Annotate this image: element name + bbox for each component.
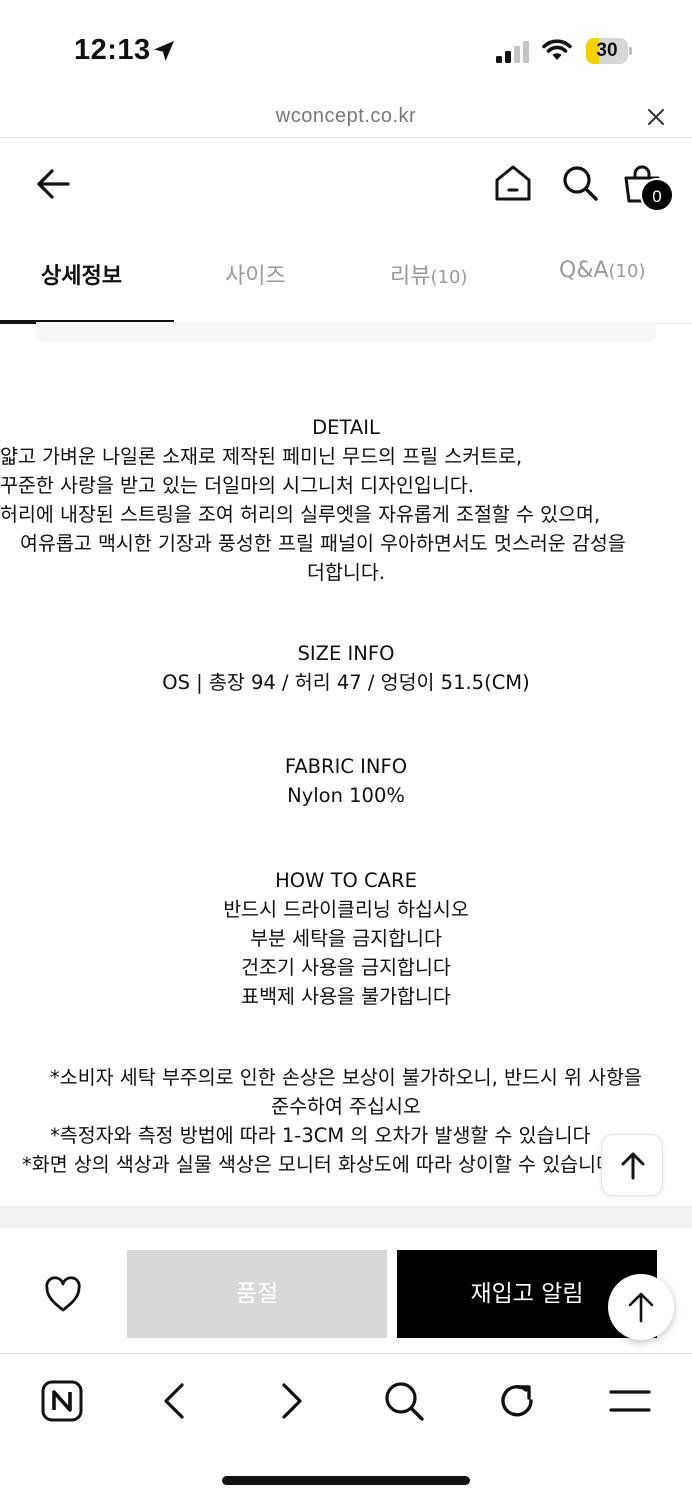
care-section: HOW TO CARE 반드시 드라이클리닝 하십시오 부분 세탁을 금지합니다… — [0, 866, 692, 1011]
status-bar: 12:13 30 — [0, 0, 692, 98]
care-line: 반드시 드라이클리닝 하십시오 — [223, 898, 469, 921]
size-info-section: SIZE INFO OS | 총장 94 / 허리 47 / 엉덩이 51.5(… — [0, 639, 692, 697]
url-text[interactable]: wconcept.co.kr — [0, 105, 692, 128]
page-header — [0, 138, 692, 228]
tab-count: (10) — [430, 267, 468, 288]
tab-detail-info[interactable]: 상세정보 — [41, 258, 122, 298]
fabric-info-title: FABRIC INFO — [284, 755, 408, 778]
chevron-left-icon[interactable] — [152, 1377, 200, 1425]
browser-url-bar[interactable]: wconcept.co.kr — [0, 98, 692, 138]
care-title: HOW TO CARE — [275, 869, 417, 892]
wifi-icon — [542, 39, 572, 60]
arrow-up-icon — [628, 1292, 654, 1323]
status-time: 12:13 — [74, 34, 151, 66]
product-tabs: 상세정보 사이즈 리뷰(10) Q&A(10) — [0, 228, 692, 324]
fabric-info-text: Nylon 100% — [287, 784, 405, 807]
tab-label: 리뷰 — [390, 264, 431, 289]
soldout-button[interactable]: 품절 — [127, 1250, 387, 1338]
notes-section: *소비자 세탁 부주의로 인한 손상은 보상이 불가하오니, 반드시 위 사항을… — [0, 1063, 692, 1179]
tab-label: 사이즈 — [225, 264, 286, 289]
detail-line: 허리에 내장된 스트링을 조여 허리의 실루엣을 자유롭게 조절할 수 있으며, — [0, 503, 601, 526]
home-icon[interactable] — [494, 164, 532, 202]
purchase-action-bar: 품절 재입고 알림 — [0, 1228, 692, 1354]
arrow-up-icon — [621, 1152, 645, 1180]
section-divider — [0, 1206, 692, 1228]
note-line: *화면 상의 색상과 실물 색상은 모니터 화상도에 따라 상이할 수 있습니다 — [22, 1153, 614, 1176]
heart-icon[interactable] — [42, 1274, 84, 1314]
size-info-text: OS | 총장 94 / 허리 47 / 엉덩이 51.5(CM) — [162, 671, 530, 694]
care-line: 표백제 사용을 불가합니다 — [241, 985, 451, 1008]
cart-count-badge: 0 — [640, 178, 674, 212]
care-line: 부분 세탁을 금지합니다 — [250, 927, 442, 950]
chevron-right-icon[interactable] — [266, 1377, 314, 1425]
detail-line: 꾸준한 사랑을 받고 있는 더일마의 시그니처 디자인입니다. — [0, 474, 474, 497]
detail-title: DETAIL — [312, 416, 380, 439]
reload-icon[interactable] — [493, 1377, 541, 1425]
detail-line: 얇고 가벼운 나일론 소재로 제작된 페미닌 무드의 프릴 스커트로, — [0, 445, 523, 468]
tab-count: (10) — [608, 261, 646, 282]
tab-qna[interactable]: Q&A(10) — [559, 258, 645, 298]
note-line: 준수하여 주십시오 — [271, 1095, 421, 1118]
menu-icon[interactable] — [606, 1377, 654, 1425]
home-indicator — [222, 1476, 470, 1485]
scroll-top-round-button[interactable] — [608, 1274, 674, 1340]
note-line: *측정자와 측정 방법에 따라 1-3CM 의 오차가 발생할 수 있습니다 — [50, 1124, 591, 1147]
fabric-info-section: FABRIC INFO Nylon 100% — [0, 752, 692, 810]
search-icon[interactable] — [561, 164, 599, 202]
naver-n-icon[interactable] — [38, 1377, 86, 1425]
note-line: *소비자 세탁 부주의로 인한 손상은 보상이 불가하오니, 반드시 위 사항을 — [50, 1066, 642, 1089]
tab-size[interactable]: 사이즈 — [225, 258, 286, 298]
detail-section: DETAIL 얇고 가벼운 나일론 소재로 제작된 페미닌 무드의 프릴 스커트… — [0, 413, 692, 587]
signal-icon — [496, 41, 529, 63]
location-arrow-icon — [154, 41, 174, 61]
content-box-edge — [36, 322, 656, 342]
battery-indicator: 30 — [586, 38, 632, 64]
scroll-top-button[interactable] — [601, 1134, 663, 1196]
search-icon[interactable] — [380, 1377, 428, 1425]
detail-line: 여유롭고 맥시한 기장과 풍성한 프릴 패널이 우아하면서도 멋스러운 감성을 — [20, 532, 626, 555]
close-icon[interactable] — [647, 108, 665, 126]
tab-review[interactable]: 리뷰(10) — [390, 258, 467, 298]
detail-line: 더합니다. — [307, 561, 385, 584]
size-info-title: SIZE INFO — [297, 642, 395, 665]
care-line: 건조기 사용을 금지합니다 — [241, 956, 451, 979]
tab-label: Q&A — [559, 258, 609, 283]
battery-level: 30 — [596, 40, 618, 61]
back-arrow-icon[interactable] — [34, 164, 74, 204]
tab-label: 상세정보 — [41, 264, 122, 289]
